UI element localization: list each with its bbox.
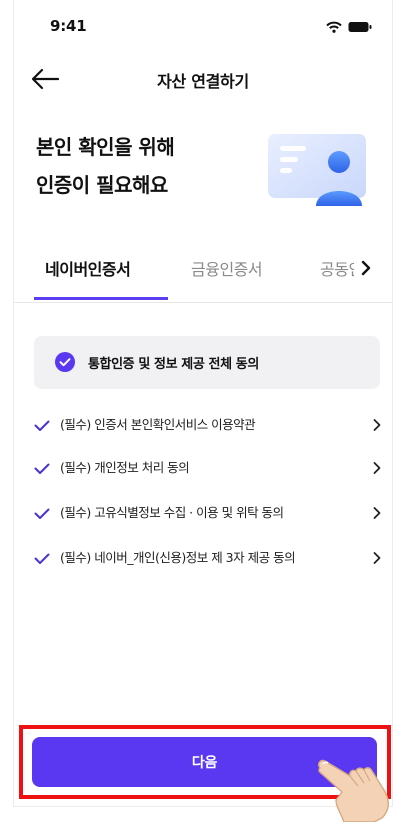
term-label: (필수) 개인정보 처리 동의 xyxy=(60,460,190,475)
term-row-privacy[interactable]: (필수) 개인정보 처리 동의 xyxy=(14,452,392,482)
active-tab-indicator xyxy=(34,297,168,300)
status-bar: 9:41 xyxy=(14,0,392,46)
check-circle-icon xyxy=(55,352,75,372)
chevron-right-icon xyxy=(361,260,371,276)
top-bar: 자산 연결하기 xyxy=(14,52,392,106)
battery-icon xyxy=(348,18,372,37)
term-row-third-party[interactable]: (필수) 네이버_개인(신용)정보 제 3자 제공 동의 xyxy=(14,542,392,572)
tabs-scroll-button[interactable] xyxy=(354,256,380,280)
term-row-unique-id[interactable]: (필수) 고유식별정보 수집 · 이용 및 위탁 동의 xyxy=(14,497,392,527)
app-screen: 9:41 자산 연결하기 본인 확인을 위해 인증이 필요해요 네이버인증서 금… xyxy=(13,0,393,807)
chevron-right-icon xyxy=(372,550,382,564)
term-label: (필수) 고유식별정보 수집 · 이용 및 위탁 동의 xyxy=(60,505,284,520)
tab-financial-certificate[interactable]: 금융인증서 xyxy=(191,256,263,280)
status-icons xyxy=(326,18,372,37)
headline-line-2: 인증이 필요해요 xyxy=(36,173,168,197)
wifi-icon xyxy=(326,18,342,37)
status-time: 9:41 xyxy=(50,17,87,35)
term-label: (필수) 네이버_개인(신용)정보 제 3자 제공 동의 xyxy=(60,550,296,565)
chevron-right-icon xyxy=(372,460,382,474)
tab-naver-certificate[interactable]: 네이버인증서 xyxy=(45,256,131,280)
chevron-right-icon xyxy=(372,505,382,519)
check-icon xyxy=(34,460,50,474)
check-icon xyxy=(34,505,50,519)
check-icon xyxy=(34,417,50,431)
agree-all-label: 통합인증 및 정보 제공 전체 동의 xyxy=(88,357,259,372)
check-icon xyxy=(34,550,50,564)
next-button-label: 다음 xyxy=(191,755,218,771)
term-label: (필수) 인증서 본인확인서비스 이용약관 xyxy=(60,417,256,432)
chevron-right-icon xyxy=(372,417,382,431)
certificate-tabs: 네이버인증서 금융인증서 공동인증서 xyxy=(14,242,392,303)
page-headline: 본인 확인을 위해 인증이 필요해요 xyxy=(36,128,175,204)
term-row-certificate-service[interactable]: (필수) 인증서 본인확인서비스 이용약관 xyxy=(14,409,392,439)
pointing-hand-icon xyxy=(314,750,398,823)
id-card-illustration xyxy=(268,130,378,210)
headline-line-1: 본인 확인을 위해 xyxy=(36,135,175,159)
page-title: 자산 연결하기 xyxy=(157,72,249,91)
agree-all-checkbox[interactable]: 통합인증 및 정보 제공 전체 동의 xyxy=(34,336,380,389)
